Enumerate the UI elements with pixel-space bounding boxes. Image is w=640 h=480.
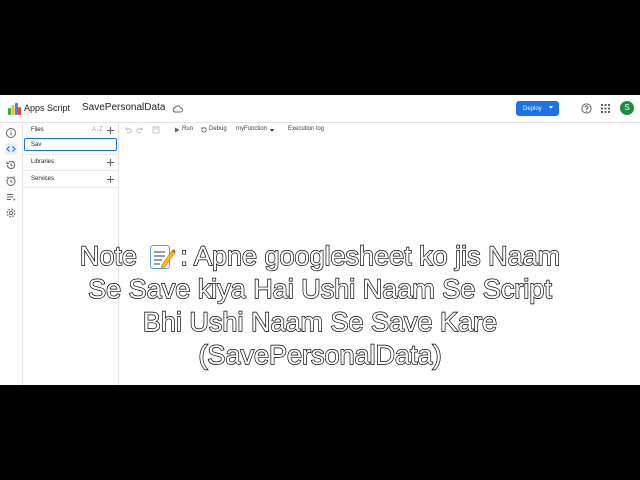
project-title[interactable]: SavePersonalData bbox=[82, 102, 165, 113]
add-service-plus-icon[interactable] bbox=[106, 175, 115, 184]
divider bbox=[23, 154, 118, 155]
help-icon[interactable] bbox=[581, 103, 592, 114]
code-icon[interactable] bbox=[5, 143, 17, 155]
redo-icon[interactable] bbox=[136, 126, 144, 134]
top-bar: Apps Script SavePersonalData Deploy S bbox=[0, 95, 640, 123]
note-line-2: Se Save kiya Hai Ushi Naam Se Script bbox=[87, 273, 552, 304]
run-icon[interactable] bbox=[173, 126, 181, 134]
avatar[interactable]: S bbox=[620, 101, 634, 115]
deploy-label: Deploy bbox=[523, 105, 542, 112]
libraries-label: Libraries bbox=[31, 159, 55, 165]
note-overlay: Note : Apne googlesheet ko jis Naam Se S… bbox=[0, 240, 640, 372]
run-button[interactable]: Run bbox=[182, 126, 193, 132]
cloud-icon bbox=[172, 105, 183, 113]
apps-script-logo-icon bbox=[8, 103, 21, 115]
clock-icon[interactable] bbox=[5, 175, 17, 187]
deploy-button[interactable]: Deploy bbox=[516, 101, 559, 116]
note-line-3: Bhi Ushi Naam Se Save Kare bbox=[142, 306, 498, 337]
apps-grid-icon[interactable] bbox=[601, 104, 610, 113]
note-line-1: Note : Apne googlesheet ko jis Naam bbox=[79, 240, 561, 273]
execution-log-button[interactable]: Execution log bbox=[288, 126, 324, 132]
executions-icon[interactable] bbox=[5, 191, 17, 203]
note-line-4: (SavePersonalData) bbox=[198, 339, 443, 370]
debug-icon[interactable] bbox=[200, 126, 208, 134]
note-prefix: Note bbox=[79, 240, 145, 271]
services-label: Services bbox=[31, 176, 55, 182]
info-icon[interactable] bbox=[5, 127, 17, 139]
new-file-name-input[interactable]: Sav bbox=[24, 138, 117, 151]
settings-icon[interactable] bbox=[5, 207, 17, 219]
chevron-down-icon bbox=[549, 106, 553, 109]
undo-icon[interactable] bbox=[124, 126, 132, 134]
sort-icon[interactable]: A↓Z bbox=[92, 127, 103, 133]
add-library-plus-icon[interactable] bbox=[106, 158, 115, 167]
history-icon[interactable] bbox=[5, 159, 17, 171]
debug-button[interactable]: Debug bbox=[209, 126, 227, 132]
files-label: Files bbox=[31, 127, 44, 133]
save-icon[interactable] bbox=[152, 126, 160, 134]
memo-icon bbox=[150, 244, 177, 269]
editor-toolbar: Run Debug myFunction Execution log bbox=[119, 123, 640, 137]
chevron-down-icon[interactable] bbox=[270, 129, 274, 132]
note-line-1-text: : Apne googlesheet ko jis Naam bbox=[180, 240, 561, 271]
add-file-plus-icon[interactable] bbox=[106, 126, 115, 135]
divider bbox=[23, 170, 118, 171]
divider bbox=[23, 187, 118, 188]
function-select[interactable]: myFunction bbox=[236, 126, 267, 132]
product-name[interactable]: Apps Script bbox=[24, 103, 70, 113]
